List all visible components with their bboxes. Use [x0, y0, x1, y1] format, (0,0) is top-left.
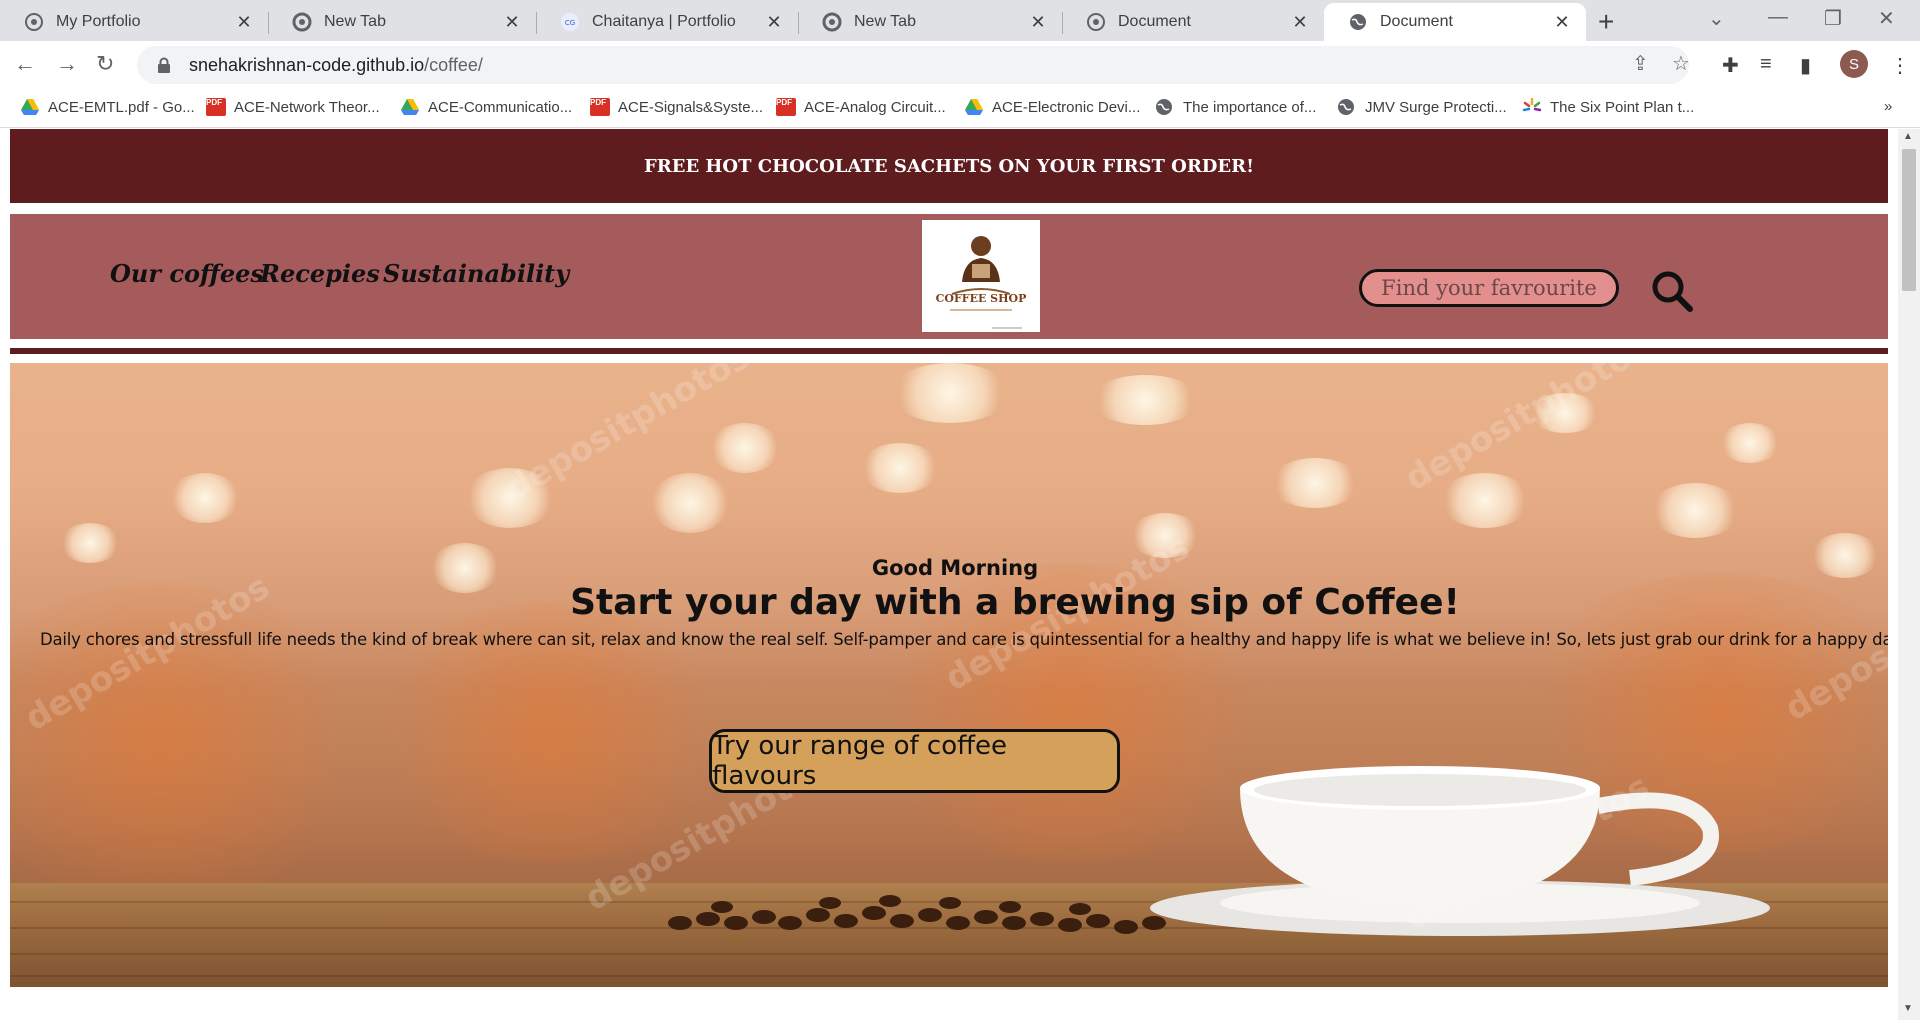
tab-chaitanya-portfolio[interactable]: CG Chaitanya | Portfolio ✕: [536, 3, 798, 41]
tab-document[interactable]: Document ✕: [1062, 3, 1324, 41]
minimize-icon[interactable]: —: [1768, 6, 1788, 29]
coffee-shop-logo[interactable]: COFFEE SHOP: [922, 220, 1040, 332]
drive-icon: [20, 98, 40, 116]
scroll-down-arrow-icon[interactable]: ▼: [1903, 1003, 1913, 1014]
menu-icon[interactable]: ⋮: [1890, 53, 1910, 78]
bookmark-item[interactable]: PDF ACE-Signals&Syste...: [590, 98, 763, 116]
profile-avatar[interactable]: S: [1840, 50, 1868, 78]
scrollbar-thumb[interactable]: [1902, 149, 1916, 291]
tab-strip: My Portfolio ✕ New Tab ✕ CG Chaitanya | …: [0, 0, 1920, 41]
bookmark-item[interactable]: The Six Point Plan t...: [1522, 97, 1694, 116]
search-input[interactable]: Find your favrourite: [1359, 269, 1619, 307]
promo-banner: FREE HOT CHOCOLATE SACHETS ON YOUR FIRST…: [10, 129, 1888, 203]
nav-recepies[interactable]: Recepies: [260, 259, 380, 288]
hero-body-text: Daily chores and stressfull life needs t…: [40, 630, 1888, 649]
address-bar[interactable]: snehakrishnan-code.github.io/coffee/: [137, 46, 1689, 84]
nav-our-coffees[interactable]: Our coffees: [110, 259, 264, 288]
tab-new-tab-2[interactable]: New Tab ✕: [798, 3, 1062, 41]
svg-text:CG: CG: [565, 19, 575, 27]
hero-headline: Start your day with a brewing sip of Cof…: [570, 582, 1460, 623]
bookmark-item[interactable]: PDF ACE-Analog Circuit...: [776, 98, 946, 116]
browser-toolbar: ← → ↻ snehakrishnan-code.github.io/coffe…: [0, 41, 1920, 90]
cg-icon: CG: [560, 12, 580, 32]
close-icon[interactable]: ✕: [764, 12, 784, 33]
restore-icon[interactable]: ❐: [1824, 6, 1842, 31]
pdf-icon: PDF: [206, 98, 226, 116]
chrome-icon: [292, 12, 312, 32]
reload-icon[interactable]: ↻: [96, 51, 114, 77]
bookmark-item[interactable]: PDF ACE-Network Theor...: [206, 98, 380, 116]
logo-text: COFFEE SHOP: [936, 292, 1027, 305]
bookmarks-bar: ACE-EMTL.pdf - Go... PDF ACE-Network The…: [0, 90, 1920, 128]
pdf-icon: PDF: [590, 98, 610, 116]
url-path: /coffee/: [424, 54, 483, 75]
bookmark-item[interactable]: ACE-Communicatio...: [400, 98, 572, 116]
hero-banner: depositphotos depositphotos depositphoto…: [10, 363, 1888, 987]
drive-icon: [964, 98, 984, 116]
tab-my-portfolio[interactable]: My Portfolio ✕: [0, 3, 268, 41]
side-panel-icon[interactable]: ▮: [1800, 53, 1811, 78]
header-divider: [10, 348, 1888, 354]
globe-icon: [1155, 98, 1175, 116]
site-header: Our coffees Recepies Sustainability COFF…: [10, 214, 1888, 339]
podcast-icon: [1086, 12, 1106, 32]
more-bookmarks-icon[interactable]: »: [1884, 98, 1892, 115]
scroll-up-arrow-icon[interactable]: ▲: [1903, 131, 1913, 142]
pdf-icon: PDF: [776, 98, 796, 116]
close-icon[interactable]: ✕: [1028, 12, 1048, 33]
globe-icon: [1348, 12, 1368, 32]
drive-icon: [400, 98, 420, 116]
search-icon[interactable]: [1650, 269, 1694, 313]
back-arrow-icon[interactable]: ←: [14, 51, 36, 77]
lock-icon: [157, 57, 171, 73]
close-icon[interactable]: ✕: [502, 12, 522, 33]
reading-list-icon[interactable]: ≡: [1760, 53, 1772, 76]
web-page: FREE HOT CHOCOLATE SACHETS ON YOUR FIRST…: [0, 129, 1898, 1020]
close-icon[interactable]: ✕: [1290, 12, 1310, 33]
bookmark-item[interactable]: ACE-EMTL.pdf - Go...: [20, 98, 195, 116]
share-icon[interactable]: ⇪: [1632, 51, 1649, 76]
page-scrollbar[interactable]: ▲ ▼: [1898, 129, 1920, 1020]
tab-search-chevron-icon[interactable]: ⌄: [1708, 6, 1725, 31]
bookmark-item[interactable]: The importance of...: [1155, 98, 1316, 116]
tab-document-active[interactable]: Document ✕: [1324, 3, 1586, 41]
globe-icon: [1337, 98, 1357, 116]
bookmark-item[interactable]: ACE-Electronic Devi...: [964, 98, 1140, 116]
window-close-icon[interactable]: ✕: [1878, 6, 1895, 31]
new-tab-button[interactable]: +: [1598, 6, 1614, 38]
nav-sustainability[interactable]: Sustainability: [383, 259, 569, 288]
tab-new-tab[interactable]: New Tab ✕: [268, 3, 536, 41]
close-icon[interactable]: ✕: [1552, 12, 1572, 33]
coffee-flavours-button[interactable]: Try our range of coffee flavours: [709, 729, 1120, 793]
podcast-icon: [24, 12, 44, 32]
url-host: snehakrishnan-code.github.io: [189, 54, 425, 75]
forward-arrow-icon[interactable]: →: [56, 51, 78, 77]
bookmark-item[interactable]: JMV Surge Protecti...: [1337, 98, 1507, 116]
extensions-icon[interactable]: ✚: [1722, 53, 1739, 78]
close-icon[interactable]: ✕: [234, 12, 254, 33]
chrome-icon: [822, 12, 842, 32]
star-icon[interactable]: ☆: [1672, 51, 1690, 76]
sparkle-icon: [1522, 97, 1542, 116]
hero-greeting: Good Morning: [871, 556, 1039, 580]
